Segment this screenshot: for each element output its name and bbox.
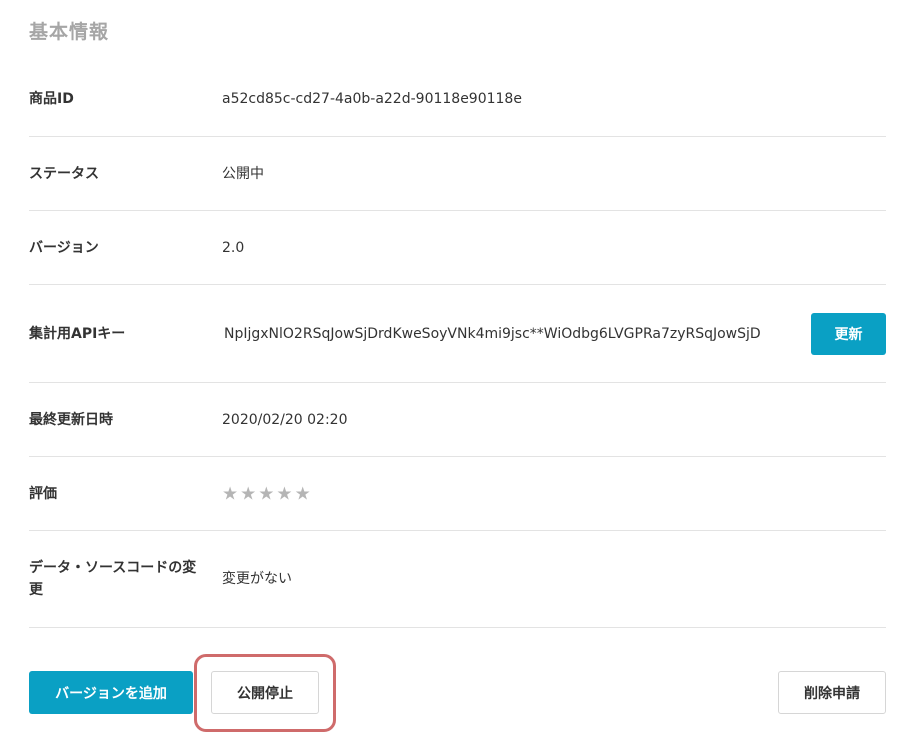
status-value: 公開中 bbox=[222, 165, 264, 182]
product-id-value: a52cd85c-cd27-4a0b-a22d-90118e90118e bbox=[222, 91, 522, 107]
version-value: 2.0 bbox=[222, 239, 245, 256]
info-row-last-updated: 最終更新日時 2020/02/20 02:20 bbox=[29, 383, 886, 457]
action-bar: バージョンを追加 公開停止 削除申請 bbox=[29, 671, 886, 714]
source-change-label: データ・ソースコードの変更 bbox=[29, 560, 197, 598]
delete-request-button[interactable]: 削除申請 bbox=[778, 671, 886, 714]
source-change-value: 変更がない bbox=[222, 571, 292, 587]
last-updated-label: 最終更新日時 bbox=[29, 411, 113, 428]
add-version-button[interactable]: バージョンを追加 bbox=[29, 671, 193, 714]
info-row-version: バージョン 2.0 bbox=[29, 211, 886, 285]
info-row-rating: 評価 ★★★★★ bbox=[29, 457, 886, 531]
star-icon[interactable]: ★ bbox=[258, 483, 276, 504]
rating-label: 評価 bbox=[29, 485, 57, 502]
star-icon[interactable]: ★ bbox=[240, 483, 258, 504]
api-key-label: 集計用APIキー bbox=[29, 325, 126, 342]
star-icon[interactable]: ★ bbox=[222, 483, 240, 504]
rating-stars: ★★★★★ bbox=[222, 483, 313, 504]
info-row-api-key: 集計用APIキー NpIjgxNlO2RSqJowSjDrdKweSoyVNk4… bbox=[29, 285, 886, 383]
status-label: ステータス bbox=[29, 165, 99, 182]
basic-info-table: 商品ID a52cd85c-cd27-4a0b-a22d-90118e90118… bbox=[29, 62, 886, 628]
info-row-source-change: データ・ソースコードの変更 変更がない bbox=[29, 531, 886, 628]
api-key-value: NpIjgxNlO2RSqJowSjDrdKweSoyVNk4mi9jsc**W… bbox=[224, 325, 761, 342]
version-label: バージョン bbox=[29, 239, 99, 256]
star-icon[interactable]: ★ bbox=[276, 483, 294, 504]
unpublish-button[interactable]: 公開停止 bbox=[211, 671, 319, 714]
product-id-label: 商品ID bbox=[29, 91, 74, 107]
refresh-api-key-button[interactable]: 更新 bbox=[811, 312, 886, 355]
info-row-status: ステータス 公開中 bbox=[29, 137, 886, 211]
section-title: 基本情報 bbox=[29, 21, 110, 43]
last-updated-value: 2020/02/20 02:20 bbox=[222, 411, 348, 428]
star-icon[interactable]: ★ bbox=[295, 483, 313, 504]
info-row-product-id: 商品ID a52cd85c-cd27-4a0b-a22d-90118e90118… bbox=[29, 62, 886, 137]
